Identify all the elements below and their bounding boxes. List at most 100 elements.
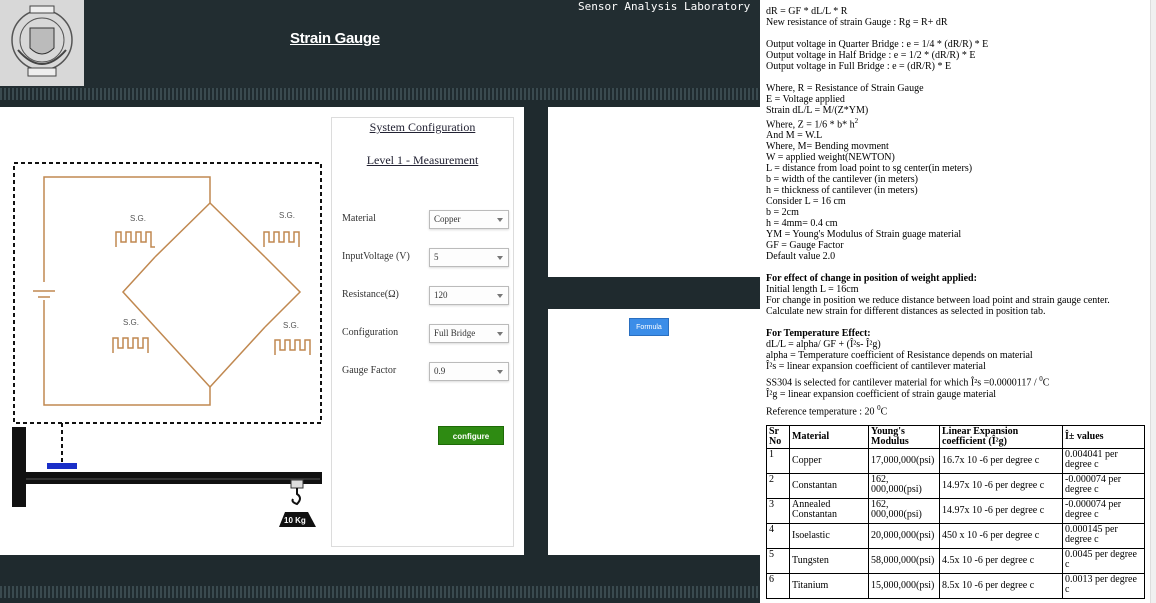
strain-gauge-bottom-right — [274, 339, 311, 355]
table-cell: 14.97x 10 -6 per degree c — [939, 473, 1063, 499]
formula-line: b = width of the cantilever (in meters) — [766, 174, 918, 186]
page-title: Strain Gauge — [290, 30, 380, 47]
table-cell: 3 — [766, 498, 790, 524]
formula-line: Default value 2.0 — [766, 251, 836, 263]
weight-label: 10 Kg — [284, 516, 306, 525]
gauge-factor-label: Gauge Factor — [342, 365, 397, 376]
table-cell: 58,000,000(psi) — [868, 548, 940, 574]
table-cell: 14.97x 10 -6 per degree c — [939, 498, 1063, 524]
formula-line: Output voltage in Quarter Bridge : e = 1… — [766, 39, 989, 50]
system-configuration-panel: System Configuration Level 1 - Measureme… — [331, 117, 514, 547]
formula-line: W = applied weight(NEWTON) — [766, 152, 895, 164]
table-row: 6 Titanium 15,000,000(psi) 8.5x 10 -6 pe… — [766, 573, 1145, 599]
cantilever-support — [12, 427, 26, 507]
resistance-label: Resistance(Ω) — [342, 289, 399, 300]
gauge-label-4: S.G. — [283, 321, 299, 330]
configure-button[interactable]: configure — [438, 426, 504, 445]
formula-line: New resistance of strain Gauge : Rg = R+… — [766, 17, 948, 28]
college-logo — [0, 0, 84, 86]
cantilever-beam — [26, 472, 322, 484]
table-cell: 4 — [766, 523, 790, 549]
gauge-label-1: S.G. — [130, 214, 146, 223]
wire-top — [43, 176, 211, 282]
gauge-factor-value: 0.9 — [434, 366, 446, 376]
configuration-value: Full Bridge — [434, 328, 476, 338]
formula-line: YM = Young's Modulus of Strain guage mat… — [766, 229, 962, 241]
table-cell: -0.000074 per degree c — [1062, 473, 1145, 499]
input-voltage-select[interactable]: 5 — [429, 248, 509, 267]
formula-line: Output voltage in Full Bridge : e = (dR/… — [766, 61, 952, 72]
weight-clamp — [290, 479, 304, 489]
wire-bottom-right — [209, 326, 266, 388]
formula-line: Where, Z = 1/6 * b* h2 — [766, 116, 1150, 130]
formula-button[interactable]: Formula — [629, 318, 669, 336]
strain-gauge-marker — [47, 463, 77, 469]
table-row: 4 Isoelastic 20,000,000(psi) 450 x 10 -6… — [766, 523, 1145, 549]
wire-left — [121, 256, 156, 328]
wire-top-right — [209, 202, 266, 258]
output-display-bottom — [548, 309, 760, 555]
table-cell: 162, 000,000(psi) — [868, 498, 940, 524]
position-effect-heading: For effect of change in position of weig… — [766, 273, 977, 285]
formula-line: alpha = Temperature coefficient of Resis… — [766, 350, 1033, 362]
formula-line: Where, R = Resistance of Strain Gauge — [766, 83, 924, 94]
formula-line: And M = W.L — [766, 130, 823, 142]
table-cell: 17,000,000(psi) — [868, 448, 940, 474]
config-title: System Configuration — [369, 120, 476, 134]
table-cell: Tungsten — [789, 548, 869, 574]
material-label: Material — [342, 213, 376, 224]
chevron-down-icon — [497, 256, 503, 260]
formula-line: Strain dL/L = M/(Z*YM) — [766, 105, 869, 116]
table-cell: 15,000,000(psi) — [868, 573, 940, 599]
formula-line: Î²s = linear expansion coefficient of ca… — [766, 361, 986, 373]
input-voltage-label: InputVoltage (V) — [342, 251, 410, 262]
formula-line: E = Voltage applied — [766, 94, 845, 105]
strain-gauge-top-left — [115, 231, 155, 248]
formula-line: dL/L = alpha/ GF + (Î²s- Î²g) — [766, 339, 881, 351]
material-table: Sr No Material Young's Modulus Linear Ex… — [766, 425, 1145, 599]
chevron-down-icon — [497, 332, 503, 336]
table-cell: 0.000145 per degree c — [1062, 523, 1145, 549]
configuration-select[interactable]: Full Bridge — [429, 324, 509, 343]
reference-temperature: Reference temperature : 20 — [766, 405, 875, 417]
formula-line: Output voltage in Half Bridge : e = 1/2 … — [766, 50, 976, 61]
resistance-select[interactable]: 120 — [429, 286, 509, 305]
output-display-top — [548, 107, 760, 277]
bridge-circuit-diagram: S.G. S.G. S.G. S.G. 10 Kg — [12, 162, 322, 527]
table-cell: 20,000,000(psi) — [868, 523, 940, 549]
table-header: Linear Expansion coefficient (Î²g) — [939, 425, 1063, 449]
chevron-down-icon — [497, 294, 503, 298]
table-cell: 16.7x 10 -6 per degree c — [939, 448, 1063, 474]
z-formula: Where, Z = 1/6 * b* h — [766, 119, 855, 131]
resistance-value: 120 — [434, 290, 448, 300]
configuration-label: Configuration — [342, 327, 399, 338]
weight-hook — [291, 488, 301, 506]
formula-line: Reference temperature : 20 0C — [766, 403, 1150, 417]
formula-line: Initial length L = 16cm — [766, 284, 859, 296]
table-cell: Annealed Constantan — [789, 498, 869, 524]
material-select[interactable]: Copper — [429, 210, 509, 229]
table-cell: 1 — [766, 448, 790, 474]
strain-gauge-top-right — [263, 231, 300, 247]
wire-bottom — [43, 300, 211, 406]
table-cell: 4.5x 10 -6 per degree c — [939, 548, 1063, 574]
gauge-factor-select[interactable]: 0.9 — [429, 362, 509, 381]
table-row: 5 Tungsten 58,000,000(psi) 4.5x 10 -6 pe… — [766, 548, 1145, 574]
z-superscript: 2 — [854, 117, 859, 125]
formula-panel-scrollbar[interactable] — [1150, 0, 1156, 603]
formula-line: Where, M= Bending movment — [766, 141, 889, 153]
ss304-unit: C — [1042, 377, 1050, 389]
table-cell: 2 — [766, 473, 790, 499]
table-header: Î± values — [1062, 425, 1145, 449]
table-cell: 5 — [766, 548, 790, 574]
wire-top-left — [154, 202, 211, 258]
lab-title: Sensor Analysis Laboratory — [578, 0, 751, 13]
formula-line: SS304 is selected for cantilever materia… — [766, 374, 1150, 388]
ss304-text: SS304 is selected for cantilever materia… — [766, 377, 1037, 389]
table-row: 2 Constantan 162, 000,000(psi) 14.97x 10… — [766, 473, 1145, 499]
table-cell: Constantan — [789, 473, 869, 499]
table-header: Sr No — [766, 425, 790, 449]
input-voltage-value: 5 — [434, 252, 439, 262]
table-cell: 8.5x 10 -6 per degree c — [939, 573, 1063, 599]
formula-line: h = thickness of cantilever (in meters) — [766, 185, 918, 197]
